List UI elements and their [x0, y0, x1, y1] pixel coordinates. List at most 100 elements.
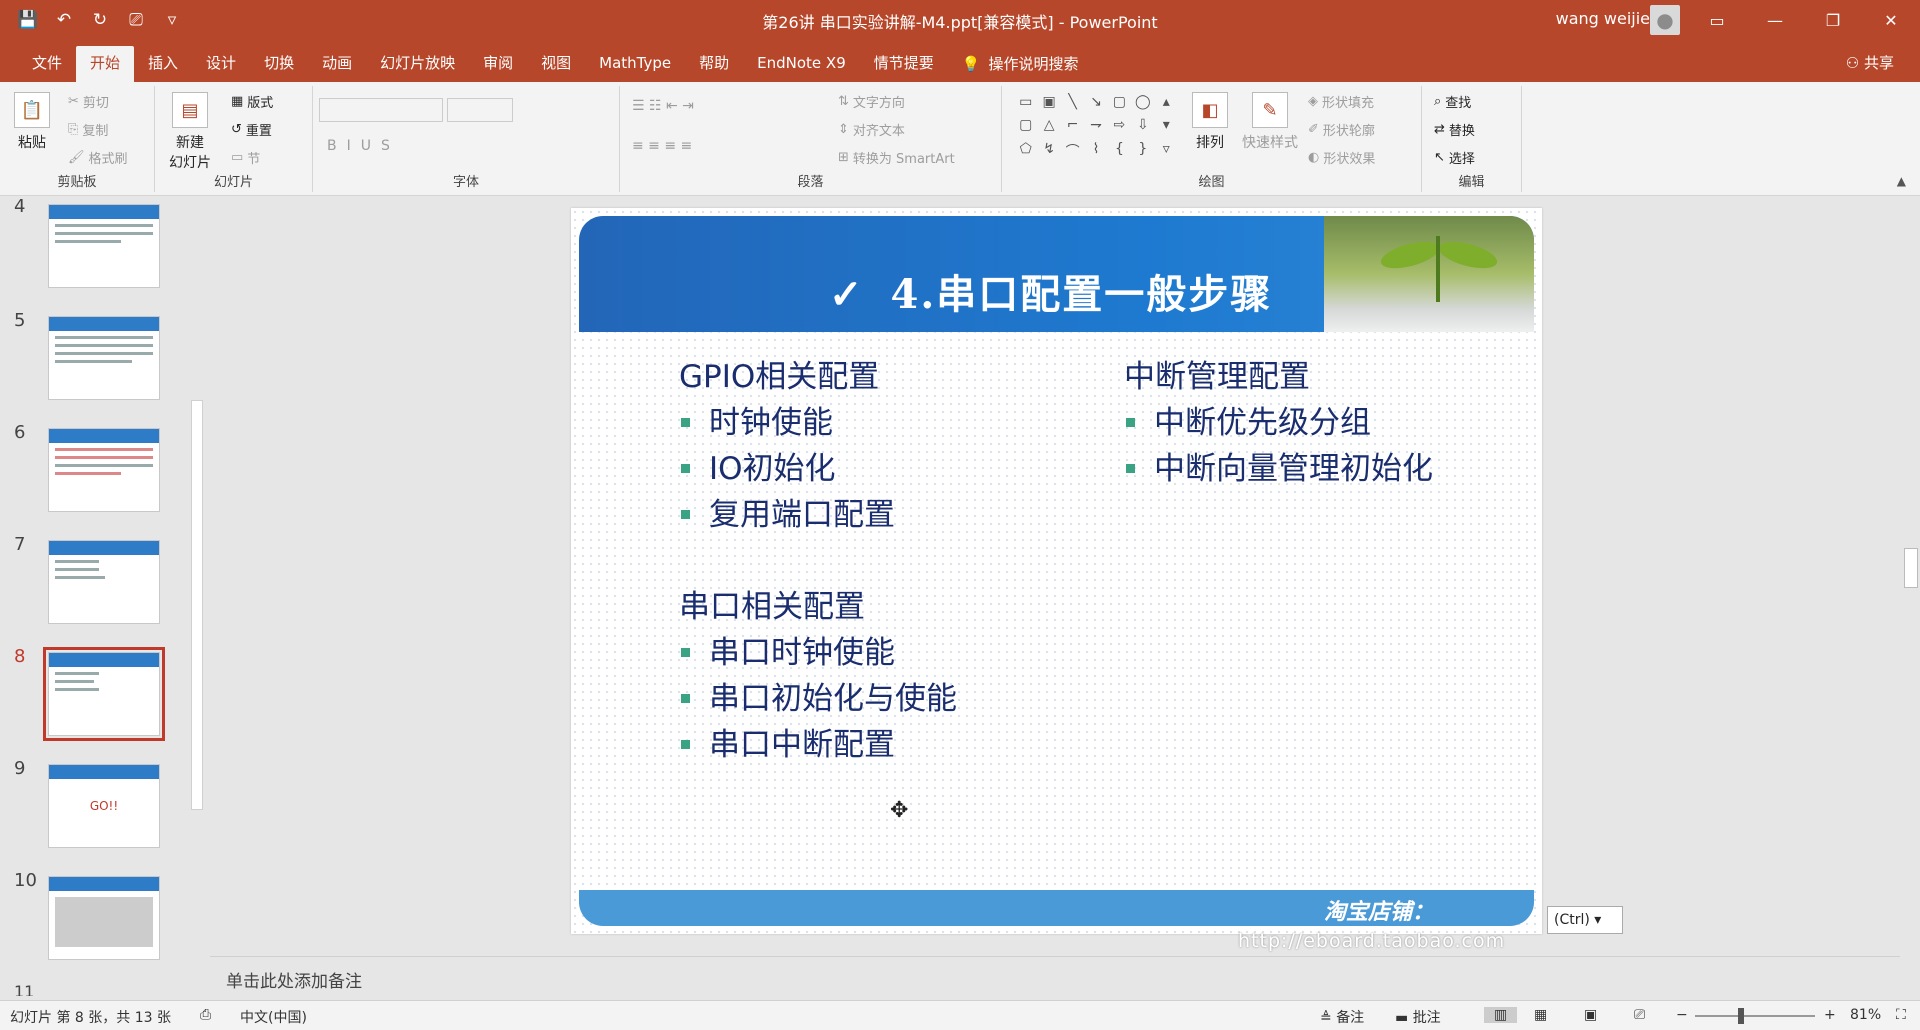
tab-review[interactable]: 审阅 — [469, 46, 527, 82]
tell-me-search[interactable]: 💡 操作说明搜索 — [948, 46, 1093, 82]
person-icon: ⚇ — [1845, 54, 1864, 72]
fit-slide-icon[interactable]: ⛶ — [1896, 1007, 1906, 1023]
notes-toggle-label: 备注 — [1336, 1010, 1365, 1026]
plant-image — [1324, 216, 1534, 332]
spellcheck-icon[interactable]: ⎙ — [200, 1007, 211, 1023]
thumb-number: 11 — [14, 982, 35, 996]
new-slide-button[interactable]: ▤ 新建 幻灯片 — [169, 92, 211, 172]
thumb-slide-7[interactable] — [48, 540, 160, 624]
tab-slideshow[interactable]: 幻灯片放映 — [366, 46, 469, 82]
thumb-go-text: GO!! — [89, 799, 119, 813]
share-button[interactable]: ⚇ 共享 — [1846, 52, 1894, 73]
layout-icon: ▦ — [231, 94, 244, 109]
arrange-label: 排列 — [1196, 135, 1224, 151]
tab-file[interactable]: 文件 — [18, 46, 76, 82]
tab-design[interactable]: 设计 — [192, 46, 250, 82]
replace-button[interactable]: ⇄ 替换 — [1434, 120, 1475, 139]
font-size-select[interactable] — [447, 98, 513, 122]
slide-canvas[interactable]: ✓ 4.串口配置一般步骤 GPIO相关配置 时钟使能 IO初始化 复用端口配置 串… — [571, 208, 1542, 934]
thumb-number: 5 — [14, 310, 26, 331]
tab-help[interactable]: 帮助 — [685, 46, 743, 82]
notes-toggle[interactable]: ≜ 备注 — [1320, 1007, 1364, 1027]
text-direction-button[interactable]: ⇅ 文字方向 — [838, 92, 905, 111]
quick-style-label: 快速样式 — [1242, 135, 1298, 151]
language-status[interactable]: 中文(中国) — [240, 1007, 307, 1027]
tab-transitions[interactable]: 切换 — [250, 46, 308, 82]
zoom-slider-thumb[interactable] — [1738, 1008, 1744, 1024]
align-text-label: 对齐文本 — [852, 124, 905, 139]
thumb-slide-4[interactable] — [48, 204, 160, 288]
normal-view-icon[interactable]: ▥ — [1484, 1007, 1518, 1023]
font-format-buttons[interactable]: BIUS — [327, 138, 400, 154]
quick-style-button[interactable]: ✎ 快速样式 — [1242, 92, 1298, 152]
thumb-slide-9[interactable]: GO!! — [48, 764, 160, 848]
collapse-ribbon-icon[interactable]: ▲ — [1897, 174, 1906, 188]
format-painter-button[interactable]: 🖌 格式刷 — [68, 148, 128, 167]
tab-home[interactable]: 开始 — [76, 46, 135, 82]
paste-button[interactable]: 📋 粘贴 — [14, 92, 50, 152]
slide-scrollbar[interactable] — [1900, 196, 1920, 996]
sorter-view-icon[interactable]: ▦ — [1534, 1007, 1547, 1023]
tab-insert[interactable]: 插入 — [134, 46, 192, 82]
minimize-icon[interactable]: — — [1746, 0, 1804, 40]
scrollbar-thumb[interactable] — [191, 400, 203, 810]
tab-endnote[interactable]: EndNote X9 — [743, 46, 860, 82]
zoom-in-icon[interactable]: + — [1824, 1007, 1836, 1023]
zoom-slider[interactable] — [1695, 1015, 1815, 1017]
slide-scrollbar-thumb[interactable] — [1904, 548, 1918, 588]
tab-storyboard[interactable]: 情节提要 — [860, 46, 948, 82]
shapes-gallery[interactable]: ▭ ▣ ╲ ↘ ▢ ◯ ▴ ▢ △ ⌐ ⇁ ⇨ ⇩ ▾ ⬠ ↯ ⌒ ⌇{} ▿ — [1015, 94, 1177, 166]
thumb-number: 4 — [14, 196, 26, 217]
zoom-out-icon[interactable]: − — [1676, 1007, 1688, 1023]
zoom-level[interactable]: 81% — [1850, 1007, 1881, 1023]
arrange-button[interactable]: ◧ 排列 — [1192, 92, 1228, 152]
user-name[interactable]: wang weijie — [1556, 9, 1650, 28]
notes-pane[interactable]: 单击此处添加备注 — [210, 956, 1900, 998]
shape-fill-label: 形状填充 — [1322, 96, 1375, 111]
avatar[interactable]: ● — [1650, 5, 1680, 35]
copy-button[interactable]: ⎘ 复制 — [68, 120, 108, 139]
close-icon[interactable]: ✕ — [1862, 0, 1920, 40]
list-buttons[interactable]: ☰ ☷ ⇤ ⇥ — [632, 98, 694, 114]
thumbnail-scrollbar[interactable] — [190, 200, 204, 990]
section-button[interactable]: ▭ 节 — [231, 148, 260, 167]
align-text-button[interactable]: ⇕ 对齐文本 — [838, 120, 905, 139]
effect-icon: ◐ — [1308, 150, 1320, 165]
thumb-slide-8[interactable] — [43, 647, 165, 741]
layout-button[interactable]: ▦ 版式 — [231, 92, 273, 111]
thumb-slide-10[interactable] — [48, 876, 160, 960]
clipboard-group-label: 剪贴板 — [57, 175, 97, 190]
select-button[interactable]: ↖ 选择 — [1434, 148, 1475, 167]
font-name-select[interactable] — [319, 98, 443, 122]
bullet-item: 中断优先级分组 — [1124, 400, 1433, 446]
tab-view[interactable]: 视图 — [527, 46, 585, 82]
right-column: 中断管理配置 中断优先级分组 中断向量管理初始化 — [1124, 354, 1433, 492]
smartart-button[interactable]: ⊞ 转换为 SmartArt — [838, 148, 955, 167]
find-button[interactable]: ⌕ 查找 — [1434, 92, 1471, 111]
text-direction-label: 文字方向 — [852, 96, 905, 111]
thumb-slide-5[interactable] — [48, 316, 160, 400]
slide-title-text: 4.串口配置一般步骤 — [890, 271, 1273, 318]
slideshow-view-icon[interactable]: ⎚ — [1634, 1007, 1645, 1023]
bullet-item: IO初始化 — [679, 446, 957, 492]
shape-outline-button[interactable]: ✐ 形状轮廓 — [1308, 120, 1375, 139]
comments-toggle-label: 批注 — [1412, 1010, 1441, 1026]
new-slide-icon: ▤ — [172, 92, 208, 128]
replace-label: 替换 — [1448, 124, 1475, 139]
restore-icon[interactable]: ❐ — [1804, 0, 1862, 40]
smartart-label: 转换为 SmartArt — [852, 152, 955, 167]
paste-options-button[interactable]: (Ctrl) ▾ — [1547, 906, 1623, 934]
shape-fill-button[interactable]: ◈ 形状填充 — [1308, 92, 1374, 111]
tab-mathtype[interactable]: MathType — [585, 46, 685, 82]
shape-effect-button[interactable]: ◐ 形状效果 — [1308, 148, 1375, 167]
reading-view-icon[interactable]: ▣ — [1584, 1007, 1597, 1023]
comments-toggle[interactable]: ▬ 批注 — [1395, 1007, 1441, 1027]
thumb-slide-6[interactable] — [48, 428, 160, 512]
ribbon-display-icon[interactable]: ▭ — [1688, 0, 1746, 40]
align-buttons[interactable]: ≡ ≡ ≡ ≡ — [632, 138, 692, 154]
tab-animations[interactable]: 动画 — [308, 46, 366, 82]
bullet-item: 时钟使能 — [679, 400, 957, 446]
cut-button[interactable]: ✂ 剪切 — [68, 92, 109, 111]
reset-button[interactable]: ↺ 重置 — [231, 120, 272, 139]
comment-icon: ▬ — [1395, 1010, 1413, 1026]
